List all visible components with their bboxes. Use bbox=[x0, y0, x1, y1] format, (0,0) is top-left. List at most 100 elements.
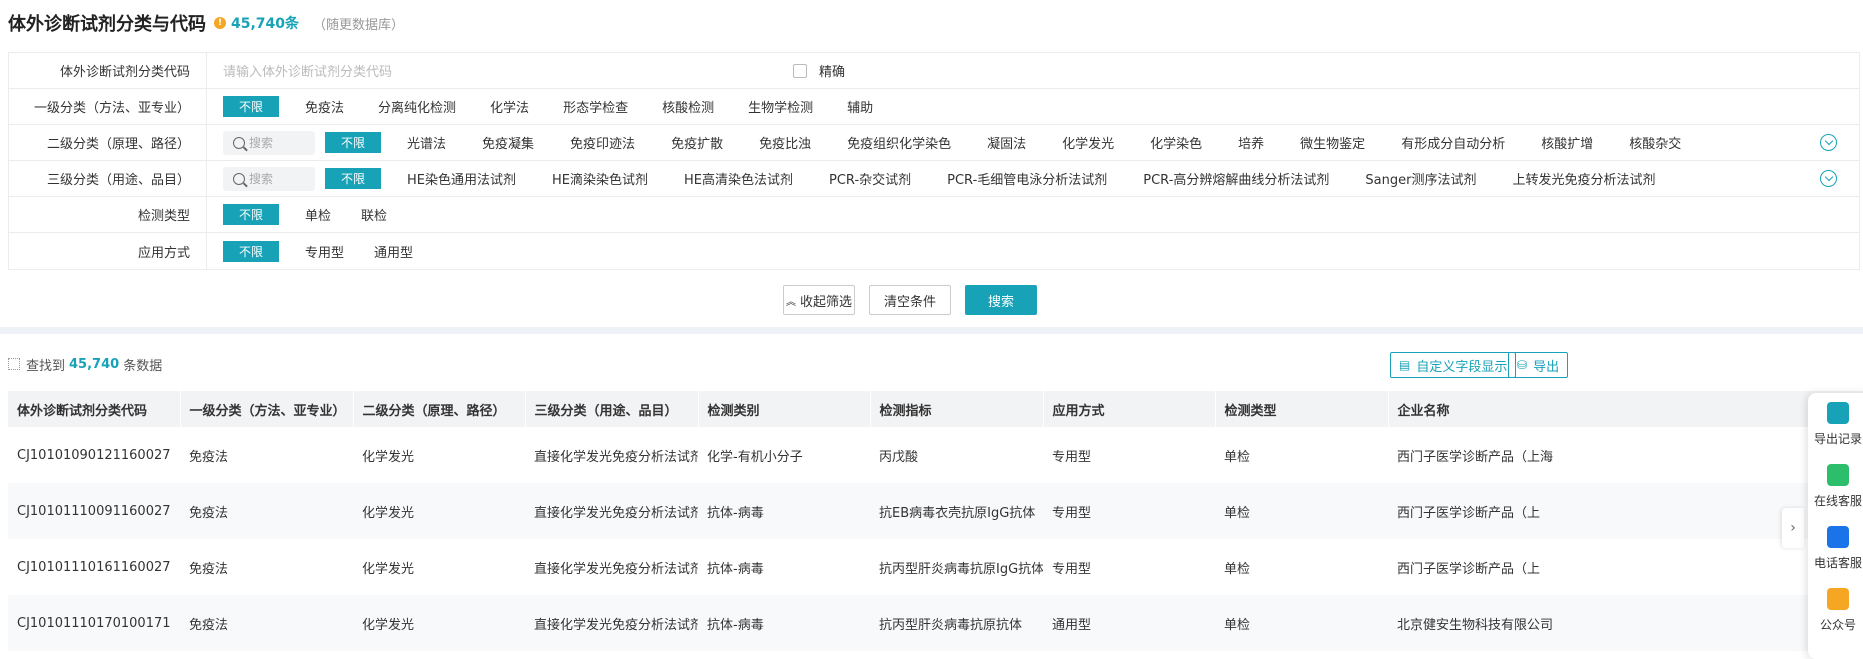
level1-option[interactable]: 分离纯化检测 bbox=[378, 97, 456, 116]
table-cell: 免疫法 bbox=[189, 561, 229, 577]
usage-option-all[interactable]: 不限 bbox=[223, 240, 280, 262]
collapse-label: 收起筛选 bbox=[799, 294, 852, 310]
table-cell: 单检 bbox=[1215, 595, 1388, 651]
table-cell: CJ10101090121160027 bbox=[17, 447, 171, 463]
level1-option-all[interactable]: 不限 bbox=[223, 96, 280, 117]
sidebar-item-label: 电话客服 bbox=[1813, 555, 1862, 570]
level1-option[interactable]: 免疫法 bbox=[305, 97, 344, 116]
total-count: 45,740条 bbox=[231, 16, 300, 32]
filter-label: 二级分类（原理、路径） bbox=[9, 125, 207, 160]
level2-option[interactable]: 免疫凝集 bbox=[482, 133, 534, 152]
custom-fields-button[interactable]: ▤ 自定义字段显示 bbox=[1390, 352, 1517, 378]
level1-option[interactable]: 形态学检查 bbox=[563, 97, 628, 116]
column-header[interactable]: 三级分类（用途、品目） bbox=[525, 391, 699, 427]
table-cell: CJ10101110091160027 bbox=[8, 483, 180, 539]
sidebar-item-label: 在线客服 bbox=[1813, 493, 1862, 508]
columns-icon: ▤ bbox=[1399, 358, 1411, 372]
headset-icon bbox=[1827, 525, 1849, 548]
level2-option[interactable]: 免疫组织化学染色 bbox=[847, 133, 951, 152]
table-row[interactable]: CJ10101110170100171 免疫法 化学发光 直接化学发光免疫分析法试剂抗… bbox=[8, 595, 1863, 651]
level3-option[interactable]: HE高清染色法试剂 bbox=[684, 169, 793, 188]
column-header[interactable]: 检测类型 bbox=[1215, 391, 1389, 427]
column-header[interactable]: 一级分类（方法、亚专业） bbox=[180, 391, 354, 427]
level2-option[interactable]: 免疫比浊 bbox=[759, 133, 811, 152]
test_type-option-all[interactable]: 不限 bbox=[223, 204, 280, 225]
floating-sidebar: 导出记录在线客服电话客服公众号 bbox=[1808, 393, 1863, 659]
level2-option[interactable]: 有形成分自动分析 bbox=[1401, 133, 1505, 152]
level2-option[interactable]: 核酸扩增 bbox=[1541, 133, 1593, 152]
column-header[interactable]: 体外诊断试剂分类代码 bbox=[8, 391, 181, 427]
sidebar-item[interactable]: 在线客服 bbox=[1808, 455, 1863, 517]
usage-option[interactable]: 通用型 bbox=[374, 242, 413, 261]
level2-option[interactable]: 免疫印迹法 bbox=[570, 133, 635, 152]
table-cell: 专用型 bbox=[1052, 449, 1092, 465]
level3-option[interactable]: Sanger测序法试剂 bbox=[1365, 169, 1476, 188]
level2-option[interactable]: 光谱法 bbox=[407, 133, 446, 152]
column-header[interactable]: 应用方式 bbox=[1043, 391, 1216, 427]
database-icon: ⛁ bbox=[1517, 358, 1528, 372]
level2-option[interactable]: 化学发光 bbox=[1062, 133, 1114, 152]
level1-option[interactable]: 化学法 bbox=[490, 97, 529, 116]
level2-option[interactable]: 化学染色 bbox=[1150, 133, 1202, 152]
level2-option[interactable]: 凝固法 bbox=[987, 133, 1026, 152]
level2-option[interactable]: 核酸杂交 bbox=[1629, 133, 1681, 152]
filter-label: 体外诊断试剂分类代码 bbox=[9, 53, 207, 88]
level3-search-input[interactable]: 搜索 bbox=[223, 166, 315, 191]
sidebar-item[interactable]: 导出记录 bbox=[1808, 393, 1863, 455]
filter-actions: ︽ 收起筛选 清空条件 搜索 bbox=[783, 285, 1037, 315]
table-cell: 直接化学发光免疫分析法试剂 bbox=[525, 483, 698, 539]
level3-option[interactable]: HE染色通用法试剂 bbox=[407, 169, 516, 188]
level2-option[interactable]: 微生物鉴定 bbox=[1300, 133, 1365, 152]
level1-option[interactable]: 核酸检测 bbox=[662, 97, 714, 116]
table-row[interactable]: CJ10101110161160027 免疫法 化学发光 直接化学发光免疫分析法试剂抗… bbox=[8, 539, 1863, 595]
column-header[interactable]: 企业名称 bbox=[1388, 391, 1863, 427]
test_type-option[interactable]: 单检 bbox=[305, 205, 331, 224]
collapse-filter-button[interactable]: ︽ 收起筛选 bbox=[783, 285, 855, 315]
export-label: 导出 bbox=[1533, 359, 1560, 375]
result-prefix: 查找到 bbox=[26, 358, 66, 374]
table-row[interactable]: CJ10101110091160027 免疫法 化学发光 直接化学发光免疫分析法试剂抗… bbox=[8, 483, 1863, 539]
sidebar-toggle-icon[interactable]: › bbox=[1782, 508, 1804, 548]
page-title: 体外诊断试剂分类与代码 bbox=[8, 14, 206, 35]
custom-fields-label: 自定义字段显示 bbox=[1416, 359, 1508, 375]
table-cell: 化学发光 bbox=[362, 561, 415, 577]
exact-checkbox[interactable] bbox=[793, 63, 807, 78]
table-cell: 单检 bbox=[1224, 561, 1251, 577]
expand-level3-icon[interactable] bbox=[1820, 170, 1837, 187]
info-icon[interactable]: ! bbox=[214, 17, 226, 29]
table-cell: 单检 bbox=[1224, 449, 1251, 465]
table-row[interactable]: CJ10101090121160027 免疫法 化学发光 直接化学发光免疫分析法试剂化… bbox=[8, 427, 1863, 483]
test_type-option[interactable]: 联检 bbox=[361, 205, 387, 224]
level1-option[interactable]: 生物学检测 bbox=[748, 97, 813, 116]
level2-option-all[interactable]: 不限 bbox=[325, 132, 382, 153]
filter-row-usage: 应用方式 不限 专用型 通用型 bbox=[9, 233, 1859, 269]
level2-option[interactable]: 培养 bbox=[1238, 133, 1264, 152]
export-button[interactable]: ⛁ 导出 bbox=[1508, 352, 1569, 378]
level3-option[interactable]: HE滴染染色试剂 bbox=[552, 169, 648, 188]
level2-option[interactable]: 免疫扩散 bbox=[671, 133, 723, 152]
results-table: 体外诊断试剂分类代码 一级分类（方法、亚专业） 二级分类（原理、路径） 三级分类（用途… bbox=[8, 391, 1863, 651]
sidebar-item[interactable]: 电话客服 bbox=[1808, 517, 1863, 579]
search-button[interactable]: 搜索 bbox=[965, 285, 1037, 315]
search-icon bbox=[233, 172, 245, 185]
column-header[interactable]: 检测类别 bbox=[698, 391, 871, 427]
column-header[interactable]: 二级分类（原理、路径） bbox=[353, 391, 526, 427]
level3-option[interactable]: PCR-杂交试剂 bbox=[829, 169, 911, 188]
level3-option[interactable]: 上转发光免疫分析法试剂 bbox=[1512, 169, 1655, 188]
filter-row-level1: 一级分类（方法、亚专业） 不限 免疫法 分离纯化检测 化学法 形态学检查 核酸检测 生物学检… bbox=[9, 89, 1859, 125]
expand-level2-icon[interactable] bbox=[1820, 134, 1837, 151]
level3-option-all[interactable]: 不限 bbox=[325, 168, 382, 189]
level3-option[interactable]: PCR-毛细管电泳分析法试剂 bbox=[947, 169, 1107, 188]
filter-row-level2: 二级分类（原理、路径） 搜索 不限 光谱法 免疫凝集 免疫印迹法 免疫扩散 免疫比浊 免疫组织… bbox=[9, 125, 1859, 161]
code-input[interactable]: 请输入体外诊断试剂分类代码 bbox=[223, 61, 793, 80]
sidebar-item[interactable]: 公众号 bbox=[1808, 579, 1863, 641]
column-header[interactable]: 检测指标 bbox=[870, 391, 1044, 427]
level3-option[interactable]: PCR-高分辨熔解曲线分析法试剂 bbox=[1143, 169, 1329, 188]
filter-label: 一级分类（方法、亚专业） bbox=[9, 89, 207, 124]
level2-search-input[interactable]: 搜索 bbox=[223, 130, 315, 155]
table-cell: 直接化学发光免疫分析法试剂 bbox=[534, 561, 698, 577]
level1-option[interactable]: 辅助 bbox=[847, 97, 873, 116]
table-cell: 化学-有机小分子 bbox=[707, 449, 803, 465]
clear-button[interactable]: 清空条件 bbox=[869, 285, 951, 315]
usage-option[interactable]: 专用型 bbox=[305, 242, 344, 261]
